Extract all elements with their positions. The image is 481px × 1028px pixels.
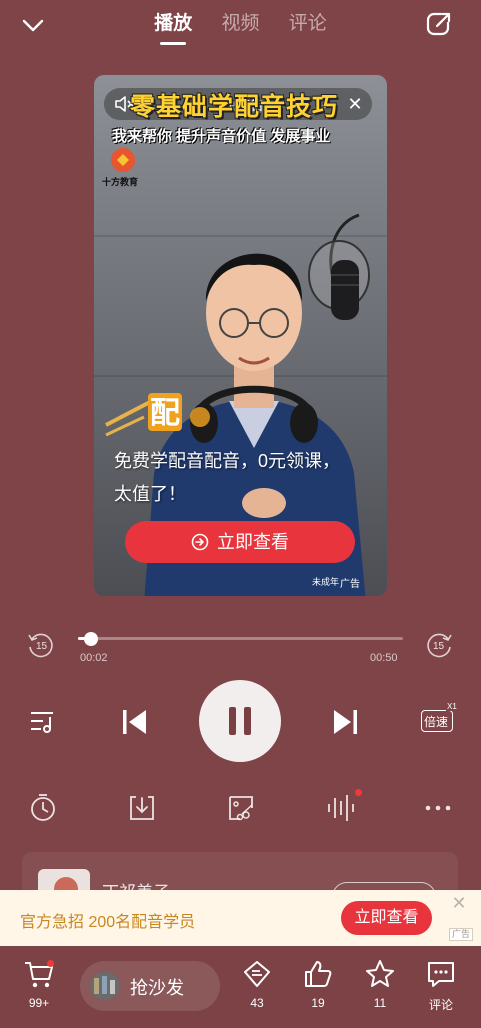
gift-button[interactable]: 43 <box>232 958 282 1010</box>
arrow-in-circle-icon <box>191 533 209 551</box>
cart-count: 99+ <box>28 996 50 1010</box>
brand-logo-icon <box>111 148 135 172</box>
grab-sofa-label: 抢沙发 <box>130 978 184 998</box>
dubbing-badge-char: 配 <box>150 396 180 431</box>
sound-wave-icon[interactable] <box>325 793 355 823</box>
favorite-button[interactable]: 11 <box>355 958 405 1010</box>
total-duration: 00:50 <box>370 652 398 664</box>
tab-video[interactable]: 视频 <box>221 8 259 35</box>
skip-forward-15-icon[interactable]: 15 <box>424 630 454 660</box>
ad-tag: 广告 <box>340 579 360 590</box>
cart-button[interactable]: 99+ <box>14 958 64 1010</box>
close-icon[interactable]: ✕ <box>344 93 366 115</box>
brand-name: 十方教育 <box>102 177 139 187</box>
elapsed-time: 00:02 <box>80 652 108 664</box>
banner-ad-text: 官方急招 200名配音学员 <box>20 914 196 931</box>
playlist-icon[interactable] <box>28 707 58 737</box>
previous-track-icon[interactable] <box>119 707 149 737</box>
sleep-timer-icon[interactable] <box>28 793 58 823</box>
speed-value: X1 <box>446 702 458 711</box>
banner-ad[interactable]: 官方急招 200名配音学员 立即查看 ✕ 广告 <box>0 890 481 946</box>
progress-knob[interactable] <box>84 632 98 646</box>
skip-back-label: 15 <box>36 641 48 652</box>
video-ad-card[interactable]: 免广告 18 ✕ 零基础学配音技巧 我来帮你 提升声音价值 发展事业 十方教育 … <box>94 75 387 596</box>
ad-cta-button[interactable]: 立即查看 <box>125 521 355 563</box>
progress-track[interactable] <box>78 637 403 640</box>
grab-sofa-button[interactable]: 抢沙发 <box>80 961 220 1011</box>
thumbs-up-icon <box>305 961 332 987</box>
like-count: 19 <box>311 996 325 1010</box>
avatar <box>90 972 120 1000</box>
header: 播放 视频 评论 <box>0 0 481 50</box>
ad-cta-label: 立即查看 <box>217 532 289 552</box>
star-icon <box>366 960 394 987</box>
favorite-count: 11 <box>373 996 387 1010</box>
comment-label: 评论 <box>428 998 453 1012</box>
gift-count: 43 <box>250 996 264 1010</box>
comment-icon <box>428 962 454 987</box>
ad-footer-note: 未成年 <box>312 577 340 587</box>
avatar-image <box>90 972 120 1000</box>
tab-comments[interactable]: 评论 <box>289 8 327 35</box>
ad-headline: 零基础学配音技巧 <box>130 93 339 121</box>
playback-speed-button[interactable]: 倍速 X1 <box>418 702 458 738</box>
tab-play[interactable]: 播放 <box>154 8 192 35</box>
more-icon[interactable] <box>423 793 453 823</box>
like-button[interactable]: 19 <box>293 958 343 1010</box>
banner-cta-button[interactable]: 立即查看 <box>341 901 432 935</box>
cart-notification-dot <box>47 960 54 967</box>
speed-label: 倍速 <box>424 715 449 729</box>
banner-ad-tag: 广告 <box>449 928 474 941</box>
ad-subline: 我来帮你 提升声音价值 发展事业 <box>112 128 331 145</box>
comment-button[interactable]: 评论 <box>416 958 466 1013</box>
bottom-action-bar: 99+ 抢沙发 43 19 11 评论 <box>0 946 481 1028</box>
ad-caption: 免费学配音配音，0元领课，太值了！ <box>114 451 341 504</box>
pause-icon <box>229 707 251 735</box>
share-icon[interactable] <box>423 8 455 40</box>
skip-forward-label: 15 <box>433 641 445 652</box>
tab-bar: 播放 视频 评论 <box>0 8 481 35</box>
dubbing-badge: 配 <box>105 393 210 437</box>
notification-dot <box>355 789 362 796</box>
pause-button[interactable] <box>199 680 281 762</box>
next-track-icon[interactable] <box>331 707 361 737</box>
gift-ticket-icon <box>244 961 270 987</box>
download-icon[interactable] <box>127 793 157 823</box>
clip-ringtone-icon[interactable] <box>226 793 256 823</box>
close-icon[interactable]: ✕ <box>450 894 468 912</box>
skip-back-15-icon[interactable]: 15 <box>26 630 56 660</box>
